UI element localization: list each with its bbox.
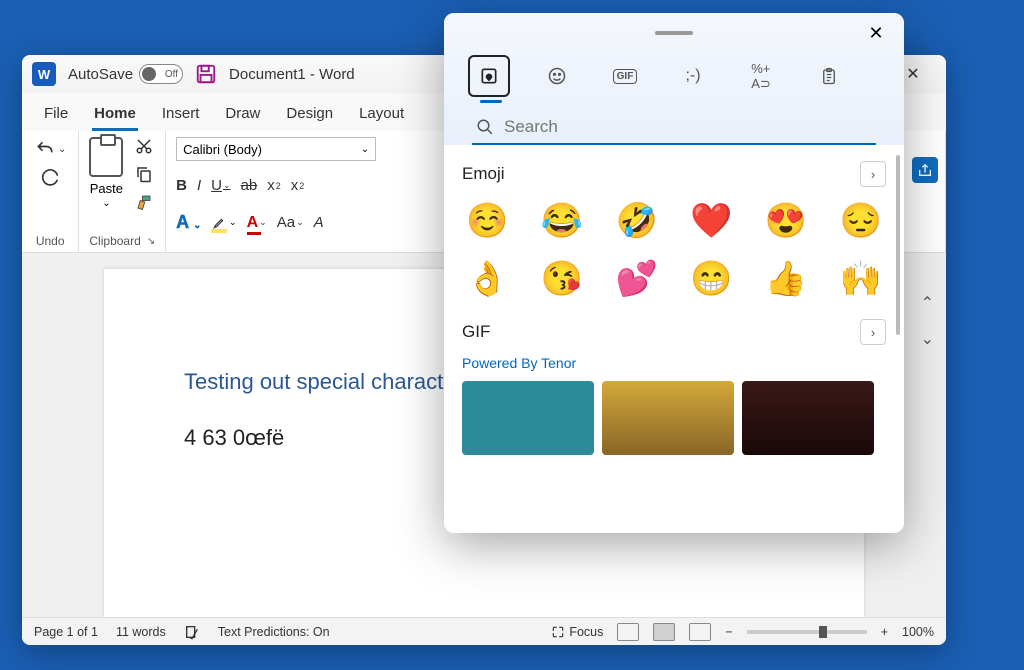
gif-section-expand[interactable]: › — [860, 319, 886, 345]
ribbon-group-undo: ⌄ Undo — [22, 131, 79, 252]
emoji-tab-clipboard[interactable] — [808, 55, 850, 97]
ribbon-group-clipboard: Paste ⌄ Clipboard ↘ — [79, 131, 166, 252]
statusbar: Page 1 of 1 11 words Text Predictions: O… — [22, 617, 946, 645]
superscript-button[interactable]: x2 — [291, 177, 305, 194]
clipboard-dialog-launcher[interactable]: ↘ — [147, 236, 155, 247]
emoji-item[interactable]: 😘 — [537, 259, 588, 299]
emoji-panel-body: Emoji › ☺️ 😂 🤣 ❤️ 😍 😔 👌 😘 💕 😁 👍 🙌 GIF › … — [444, 145, 904, 533]
redo-button[interactable] — [38, 167, 62, 191]
underline-button[interactable]: U ⌄ — [211, 177, 230, 194]
status-page[interactable]: Page 1 of 1 — [34, 625, 98, 639]
undo-button[interactable]: ⌄ — [32, 137, 68, 161]
ribbon-chevron-down-icon[interactable]: ⌄ — [921, 329, 934, 349]
highlight-button[interactable]: ⌄ — [211, 216, 237, 230]
document-title: Document1 - Word — [229, 66, 355, 83]
panel-close-button[interactable]: ✕ — [862, 23, 890, 44]
emoji-tab-kaomoji[interactable]: ;-) — [672, 55, 714, 97]
emoji-item[interactable]: 🙌 — [835, 259, 886, 299]
cut-button[interactable] — [135, 137, 153, 155]
clear-formatting-button[interactable]: A — [314, 214, 324, 231]
scrollbar[interactable] — [896, 155, 900, 335]
bold-button[interactable]: B — [176, 177, 187, 194]
gif-thumbnail[interactable] — [462, 381, 594, 455]
text-effects-button[interactable]: A ⌄ — [176, 212, 201, 233]
tab-layout[interactable]: Layout — [357, 99, 406, 131]
emoji-item[interactable]: 👍 — [761, 259, 812, 299]
emoji-item[interactable]: 😔 — [835, 201, 886, 241]
italic-button[interactable]: I — [197, 177, 201, 194]
powered-by-tenor[interactable]: Powered By Tenor — [462, 355, 886, 371]
print-layout-button[interactable] — [653, 623, 675, 641]
tab-insert[interactable]: Insert — [160, 99, 202, 131]
emoji-item[interactable]: 😍 — [761, 201, 812, 241]
emoji-tab-recent[interactable] — [468, 55, 510, 97]
toggle-switch[interactable]: Off — [139, 64, 183, 84]
emoji-search-input[interactable] — [504, 117, 872, 137]
zoom-in-button[interactable]: + — [881, 625, 888, 639]
tab-draw[interactable]: Draw — [223, 99, 262, 131]
tab-file[interactable]: File — [42, 99, 70, 131]
search-icon — [476, 118, 494, 136]
panel-drag-handle[interactable] — [655, 31, 693, 35]
status-word-count[interactable]: 11 words — [116, 625, 166, 639]
zoom-out-button[interactable]: − — [725, 625, 732, 639]
emoji-item[interactable]: 😁 — [686, 259, 737, 299]
emoji-item[interactable]: 💕 — [611, 259, 662, 299]
emoji-item[interactable]: ❤️ — [686, 201, 737, 241]
font-name-combo[interactable]: Calibri (Body)⌄ — [176, 137, 376, 161]
web-layout-button[interactable] — [689, 623, 711, 641]
proofing-icon[interactable] — [184, 624, 200, 640]
gif-thumbnail[interactable] — [602, 381, 734, 455]
subscript-button[interactable]: x2 — [267, 177, 281, 194]
share-button[interactable] — [912, 157, 938, 183]
paste-button[interactable]: Paste ⌄ — [89, 137, 123, 209]
clipboard-icon — [89, 137, 123, 177]
emoji-item[interactable]: 🤣 — [611, 201, 662, 241]
emoji-tab-gif[interactable]: GIF — [604, 55, 646, 97]
emoji-section-title: Emoji — [462, 164, 505, 184]
autosave-label: AutoSave — [68, 66, 133, 83]
emoji-grid: ☺️ 😂 🤣 ❤️ 😍 😔 👌 😘 💕 😁 👍 🙌 — [462, 197, 886, 315]
emoji-tab-smileys[interactable] — [536, 55, 578, 97]
emoji-search-bar[interactable] — [472, 111, 876, 145]
change-case-button[interactable]: Aa ⌄ — [277, 214, 304, 231]
tab-home[interactable]: Home — [92, 99, 138, 131]
copy-button[interactable] — [135, 165, 153, 183]
font-color-button[interactable]: A ⌄ — [247, 214, 267, 232]
emoji-item[interactable]: 👌 — [462, 259, 513, 299]
gif-thumbnail[interactable] — [742, 381, 874, 455]
emoji-tab-symbols[interactable]: %+A⊃ — [740, 55, 782, 97]
autosave-toggle[interactable]: AutoSave Off — [68, 64, 183, 84]
focus-mode-button[interactable]: Focus — [551, 625, 603, 639]
status-predictions[interactable]: Text Predictions: On — [218, 625, 330, 639]
clipboard-group-label: Clipboard — [89, 234, 140, 248]
undo-group-label: Undo — [32, 232, 68, 250]
save-icon[interactable] — [195, 63, 217, 85]
zoom-slider[interactable] — [747, 630, 867, 634]
gif-section-title: GIF — [462, 322, 490, 342]
emoji-panel: ✕ GIF ;-) %+A⊃ Emoji › ☺️ 😂 🤣 ❤️ 😍 😔 � — [444, 13, 904, 533]
strikethrough-button[interactable]: ab — [241, 177, 258, 194]
emoji-item[interactable]: 😂 — [537, 201, 588, 241]
ribbon-chevron-up-icon[interactable]: ⌃ — [921, 293, 934, 313]
tab-design[interactable]: Design — [284, 99, 335, 131]
zoom-level[interactable]: 100% — [902, 625, 934, 639]
emoji-item[interactable]: ☺️ — [462, 201, 513, 241]
format-painter-button[interactable] — [135, 193, 153, 211]
emoji-category-tabs: GIF ;-) %+A⊃ — [458, 43, 890, 107]
read-mode-button[interactable] — [617, 623, 639, 641]
word-app-icon: W — [32, 62, 56, 86]
emoji-section-expand[interactable]: › — [860, 161, 886, 187]
